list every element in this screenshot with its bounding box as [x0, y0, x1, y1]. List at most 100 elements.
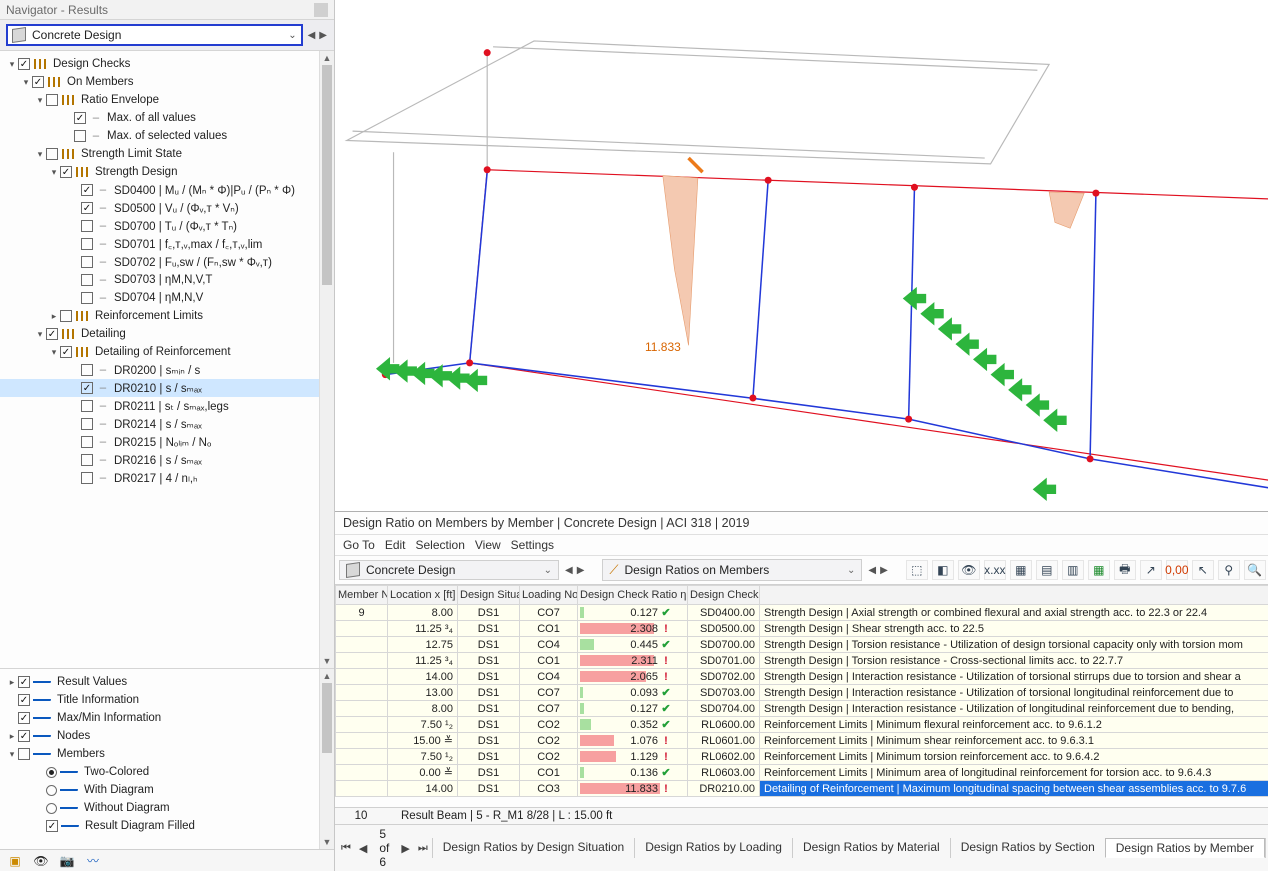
table-row[interactable]: 8.00DS1CO70.127 ✔SD0704.00Strength Desig…: [336, 701, 1268, 717]
tree-item-checkbox[interactable]: [81, 364, 93, 376]
tool-select-icon[interactable]: ⬚: [906, 560, 928, 580]
tool-search-icon[interactable]: 🔍: [1244, 560, 1266, 580]
table-row[interactable]: 7.50 ¹₂DS1CO20.352 ✔RL0600.00Reinforceme…: [336, 717, 1268, 733]
table-row[interactable]: 12.75DS1CO40.445 ✔SD0700.00Strength Desi…: [336, 637, 1268, 653]
table-row[interactable]: 98.00DS1CO70.127 ✔SD0400.00Strength Desi…: [336, 605, 1268, 621]
tree-item[interactable]: ▾Strength Design: [0, 163, 334, 181]
tree-item[interactable]: –SD0702 | Fᵤ,sw / (Fₙ,sw * Φᵥ,ᴛ): [0, 253, 334, 271]
camera-icon[interactable]: 📷: [58, 853, 76, 869]
tree-item-checkbox[interactable]: [81, 184, 93, 196]
tree-item[interactable]: ▾Detailing of Reinforcement: [0, 343, 334, 361]
panel-handle-icon[interactable]: [314, 3, 328, 17]
tree-item-checkbox[interactable]: [74, 130, 86, 142]
tree-item[interactable]: –SD0703 | ηM,N,V,T: [0, 271, 334, 289]
tree-item-checkbox[interactable]: [18, 748, 30, 760]
table-row[interactable]: 13.00DS1CO70.093 ✔SD0703.00Strength Desi…: [336, 685, 1268, 701]
table-row[interactable]: 15.00 ≚DS1CO21.076 !RL0601.00Reinforceme…: [336, 733, 1268, 749]
tree-item[interactable]: –DR0217 | 4 / nₗ,ₕ: [0, 469, 334, 487]
tool-export-icon[interactable]: ▦: [1088, 560, 1110, 580]
model-viewport[interactable]: 11.833: [335, 0, 1268, 511]
tool-send-icon[interactable]: ↗: [1140, 560, 1162, 580]
expand-toggle-icon[interactable]: ▾: [34, 149, 46, 160]
col-member[interactable]: Member No.: [336, 586, 388, 605]
expand-toggle-icon[interactable]: ▸: [48, 311, 60, 322]
tree-item-checkbox[interactable]: [81, 472, 93, 484]
table-row[interactable]: 14.00DS1CO42.065 !SD0702.00Strength Desi…: [336, 669, 1268, 685]
tree-item[interactable]: –SD0704 | ηM,N,V: [0, 289, 334, 307]
scroll-down-icon[interactable]: ▼: [320, 654, 334, 668]
tree-item[interactable]: –DR0216 | s / sₘₐₓ: [0, 451, 334, 469]
dd1-prev-button[interactable]: ◀: [563, 565, 575, 576]
tool-decimal-icon[interactable]: 0,00: [1166, 560, 1188, 580]
tree-item-checkbox[interactable]: [81, 220, 93, 232]
tree-item[interactable]: Two-Colored: [0, 763, 334, 781]
tree-item-checkbox[interactable]: [18, 730, 30, 742]
col-ratio[interactable]: Design Check Ratio η [--]: [578, 586, 688, 605]
next-design-button[interactable]: ▶: [318, 30, 328, 41]
result-tab[interactable]: Design Ratios by Material: [792, 838, 950, 858]
tree-item[interactable]: ▾Strength Limit State: [0, 145, 334, 163]
tree-item[interactable]: ▾Ratio Envelope: [0, 91, 334, 109]
tool-cursor-icon[interactable]: ↖: [1192, 560, 1214, 580]
tree-item[interactable]: –DR0215 | Nₒₗᵢₘ / Nₒ: [0, 433, 334, 451]
tool-grid1-icon[interactable]: ▦: [1010, 560, 1032, 580]
expand-toggle-icon[interactable]: ▸: [6, 731, 18, 742]
folder-icon[interactable]: ▣: [6, 853, 24, 869]
result-tab[interactable]: Design Ratios by Member: [1105, 838, 1265, 858]
menu-item[interactable]: View: [475, 538, 501, 552]
col-desc[interactable]: Description: [760, 586, 1268, 605]
menu-item[interactable]: Edit: [385, 538, 406, 552]
scroll-down-icon[interactable]: ▼: [320, 835, 334, 849]
tree-item-checkbox[interactable]: [81, 202, 93, 214]
tool-print-icon[interactable]: 🖶: [1114, 560, 1136, 580]
expand-toggle-icon[interactable]: ▾: [34, 95, 46, 106]
tree2-scrollbar[interactable]: ▲ ▼: [319, 669, 334, 849]
tree-item[interactable]: –DR0200 | sₘᵢₙ / s: [0, 361, 334, 379]
dd1-next-button[interactable]: ▶: [575, 565, 587, 576]
tree-item[interactable]: –DR0211 | sₜ / sₘₐₓ,legs: [0, 397, 334, 415]
tree-item-checkbox[interactable]: [18, 58, 30, 70]
prev-design-button[interactable]: ◀: [307, 30, 317, 41]
tree-item-checkbox[interactable]: [81, 436, 93, 448]
expand-toggle-icon[interactable]: ▾: [48, 167, 60, 178]
tree-item[interactable]: ▾Detailing: [0, 325, 334, 343]
tree-item[interactable]: ▸Reinforcement Limits: [0, 307, 334, 325]
tree-item-checkbox[interactable]: [18, 676, 30, 688]
first-page-button[interactable]: ⏮: [337, 842, 355, 855]
scroll-thumb[interactable]: [322, 683, 332, 753]
tool-grid3-icon[interactable]: ▥: [1062, 560, 1084, 580]
prev-page-button[interactable]: ◀: [355, 842, 371, 855]
tree-item-checkbox[interactable]: [81, 382, 93, 394]
tree-scrollbar[interactable]: ▲ ▼: [319, 51, 334, 668]
col-location[interactable]: Location x [ft]: [388, 586, 458, 605]
tree-item[interactable]: –SD0500 | Vᵤ / (Φᵥ,ᴛ * Vₙ): [0, 199, 334, 217]
next-page-button[interactable]: ▶: [397, 842, 413, 855]
tree-item-checkbox[interactable]: [46, 328, 58, 340]
scroll-up-icon[interactable]: ▲: [320, 669, 334, 683]
eye-icon[interactable]: 👁: [32, 853, 50, 869]
last-page-button[interactable]: ⏭: [414, 842, 432, 855]
table-ratios-dropdown[interactable]: ⟋ Design Ratios on Members ⌄: [602, 559, 862, 581]
expand-toggle-icon[interactable]: ▾: [6, 749, 18, 760]
tree-item-checkbox[interactable]: [60, 310, 72, 322]
tree-item-checkbox[interactable]: [60, 166, 72, 178]
tree-item[interactable]: Title Information: [0, 691, 334, 709]
tree-item[interactable]: ▾Design Checks: [0, 55, 334, 73]
tree-item-checkbox[interactable]: [32, 76, 44, 88]
tree-item[interactable]: ▾Members: [0, 745, 334, 763]
scroll-up-icon[interactable]: ▲: [320, 51, 334, 65]
tree-item[interactable]: Result Diagram Filled: [0, 817, 334, 835]
col-design-sit[interactable]: Design Situation: [458, 586, 520, 605]
col-loading[interactable]: Loading No.: [520, 586, 578, 605]
tree-item-radio[interactable]: [46, 803, 57, 814]
tree-item[interactable]: –Max. of selected values: [0, 127, 334, 145]
tree-item[interactable]: –SD0701 | f꜀,ᴛ,ᵥ,max / f꜀,ᴛ,ᵥ,lim: [0, 235, 334, 253]
expand-toggle-icon[interactable]: ▸: [6, 677, 18, 688]
tree-item-checkbox[interactable]: [74, 112, 86, 124]
result-tab[interactable]: Design Ratios by Design Situation: [432, 838, 634, 858]
tree-item[interactable]: –DR0210 | s / sₘₐₓ: [0, 379, 334, 397]
tree-item-checkbox[interactable]: [46, 820, 58, 832]
tool-frame-icon[interactable]: ◧: [932, 560, 954, 580]
tree-item-radio[interactable]: [46, 767, 57, 778]
tree-item[interactable]: –SD0700 | Tᵤ / (Φᵥ,ᴛ * Tₙ): [0, 217, 334, 235]
